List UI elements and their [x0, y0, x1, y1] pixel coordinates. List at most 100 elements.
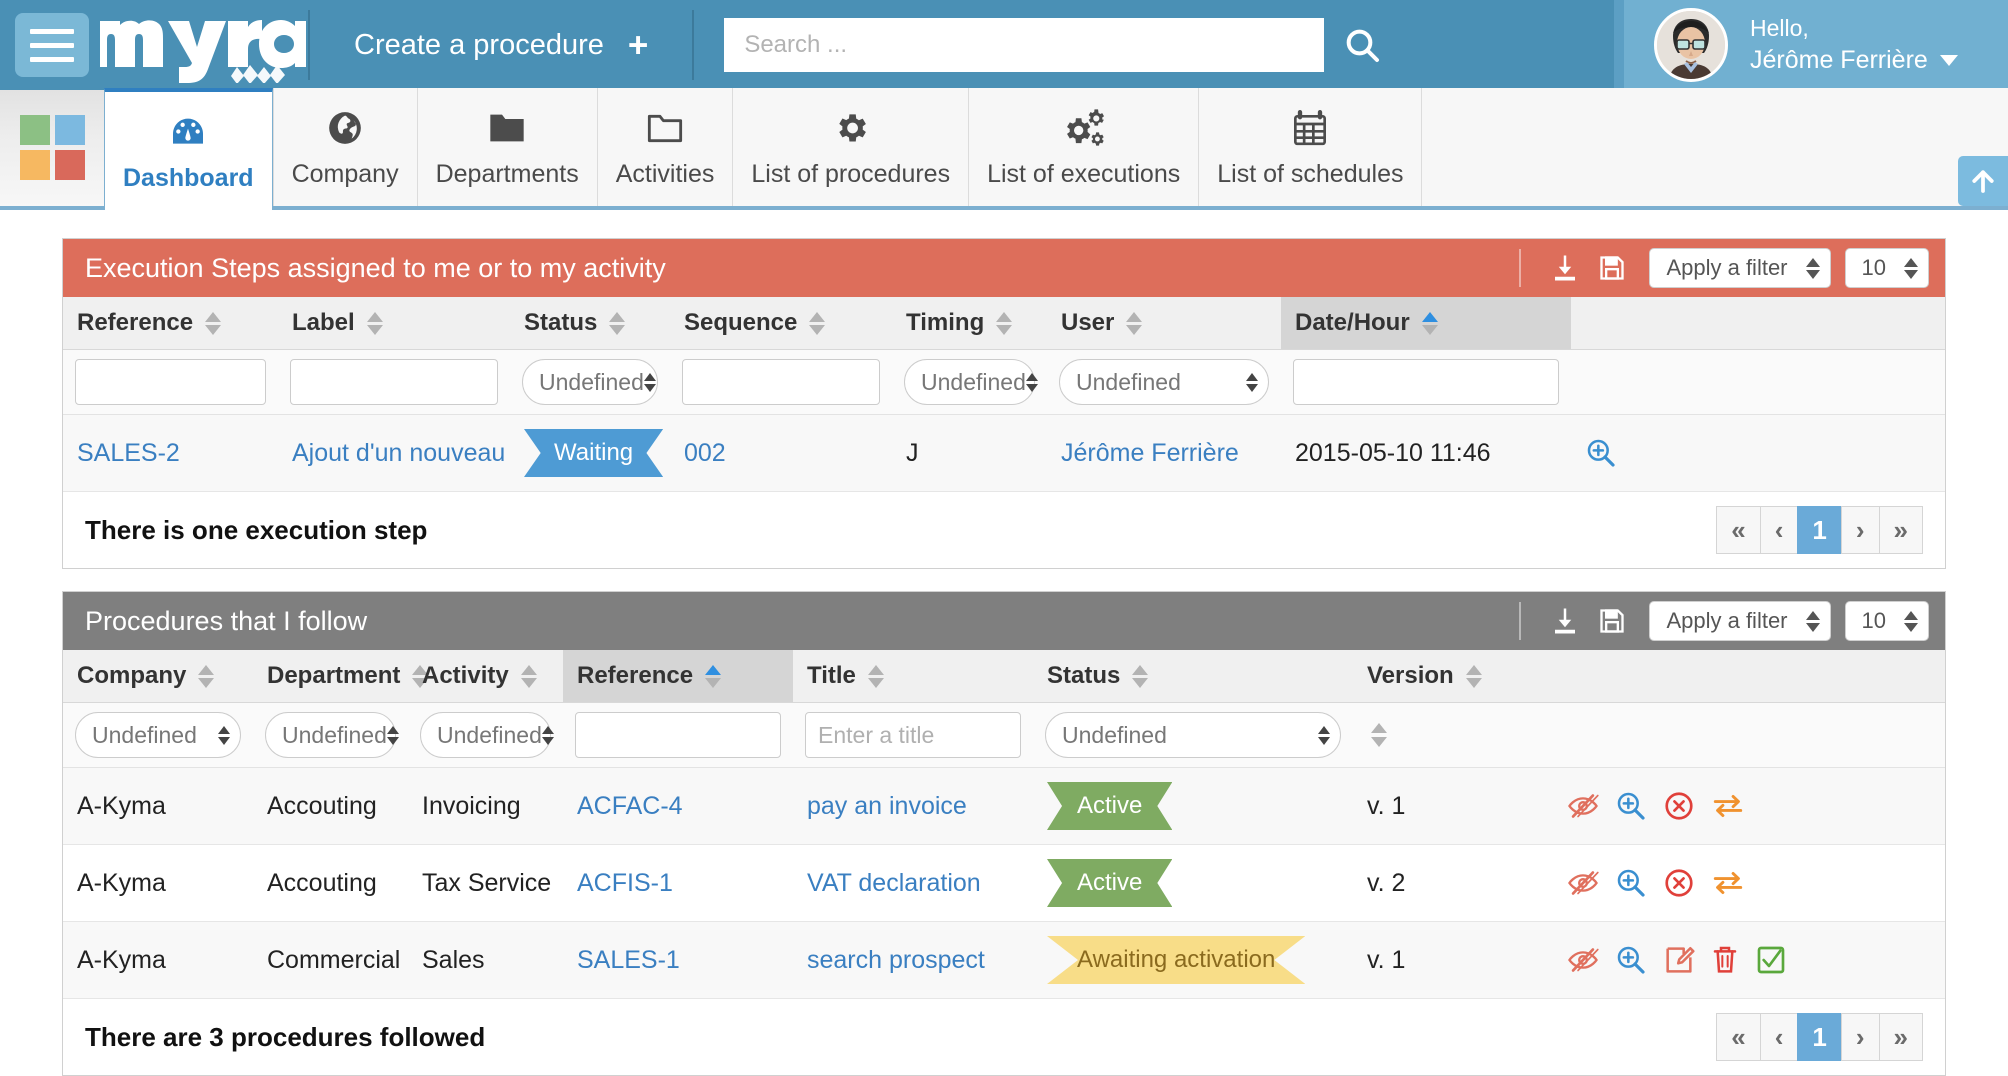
eye-slash-icon[interactable] — [1567, 869, 1599, 897]
filter-reference-input[interactable] — [575, 712, 781, 758]
table-row[interactable]: SALES-2 Ajout d'un nouveau client Waiting 0… — [63, 414, 1945, 492]
tab-list-of-schedules[interactable]: List of schedules — [1198, 88, 1422, 206]
pagination-next[interactable]: › — [1840, 506, 1880, 554]
edit-icon[interactable] — [1663, 944, 1695, 976]
tab-list-of-executions[interactable]: List of executions — [968, 88, 1199, 206]
filter-department-select[interactable]: Undefined — [265, 712, 399, 758]
cancel-circle-icon[interactable] — [1663, 790, 1695, 822]
swap-arrows-icon[interactable] — [1711, 869, 1745, 897]
apply-filter-select-panel2[interactable]: Apply a filter — [1649, 601, 1831, 641]
check-box-icon[interactable] — [1755, 944, 1787, 976]
sort-arrows-icon[interactable] — [1465, 664, 1482, 688]
sort-arrows-icon[interactable] — [520, 664, 537, 688]
pagination-prev[interactable]: ‹ — [1759, 506, 1799, 554]
search-icon[interactable] — [1342, 25, 1382, 65]
tab-list-of-procedures[interactable]: List of procedures — [732, 88, 969, 206]
trash-icon[interactable] — [1711, 944, 1739, 976]
filter-company-select[interactable]: Undefined — [75, 712, 241, 758]
download-icon[interactable] — [1541, 606, 1589, 636]
label-link[interactable]: Ajout d'un nouveau client — [292, 439, 510, 467]
tab-dashboard[interactable]: Dashboard — [104, 88, 273, 210]
filter-label-input[interactable] — [290, 359, 498, 405]
table-row[interactable]: A-Kyma Commercial Sales SALES-1 search prosp… — [63, 921, 1945, 999]
user-menu[interactable]: Hello, Jérôme Ferrière — [1614, 0, 2008, 90]
table-row[interactable]: A-Kyma Accouting Invoicing ACFAC-4 pay an in… — [63, 767, 1945, 845]
sort-arrows-icon[interactable] — [1132, 664, 1149, 688]
download-icon[interactable] — [1541, 253, 1589, 283]
filter-status-select[interactable]: Undefined — [1045, 712, 1341, 758]
pagination-first[interactable]: « — [1716, 506, 1761, 554]
sort-arrows-icon[interactable] — [996, 311, 1013, 335]
chevron-down-icon[interactable] — [1939, 55, 1958, 67]
column-header-company[interactable]: Company — [63, 650, 253, 703]
reference-link[interactable]: SALES-2 — [77, 439, 180, 467]
sort-arrows-icon[interactable] — [867, 664, 884, 688]
tab-company[interactable]: Company — [272, 88, 417, 206]
swap-arrows-icon[interactable] — [1711, 792, 1745, 820]
filter-sequence-input[interactable] — [682, 359, 880, 405]
reference-link[interactable]: SALES-1 — [577, 946, 680, 974]
filter-timing-select[interactable]: Undefined — [904, 359, 1038, 405]
pagination-prev[interactable]: ‹ — [1759, 1013, 1799, 1061]
sort-arrows-icon[interactable] — [205, 311, 222, 335]
sort-arrows-icon[interactable] — [809, 311, 826, 335]
apply-filter-select-panel1[interactable]: Apply a filter — [1649, 248, 1831, 288]
sort-arrows-icon[interactable] — [366, 311, 383, 335]
tab-activities[interactable]: Activities — [596, 88, 733, 206]
page-size-select-panel1[interactable]: 10 — [1844, 248, 1929, 288]
column-header-title[interactable]: Title — [793, 650, 1033, 703]
title-link[interactable]: VAT declaration — [807, 869, 981, 897]
filter-date-input[interactable] — [1293, 359, 1559, 405]
column-header-label[interactable]: Label — [278, 297, 510, 350]
filter-reference-input[interactable] — [75, 359, 266, 405]
tab-departments[interactable]: Departments — [416, 88, 597, 206]
page-size-select-panel2[interactable]: 10 — [1844, 601, 1929, 641]
brand-logo[interactable] — [98, 0, 308, 90]
sort-arrows-icon[interactable] — [705, 664, 722, 688]
create-procedure-button[interactable]: Create a procedure + — [310, 0, 692, 90]
reference-link[interactable]: ACFAC-4 — [577, 792, 683, 820]
user-link[interactable]: Jérôme Ferrière — [1061, 439, 1239, 467]
pagination-page-current[interactable]: 1 — [1797, 506, 1842, 554]
hamburger-menu-button[interactable] — [15, 13, 89, 77]
cancel-circle-icon[interactable] — [1663, 867, 1695, 899]
filter-title-input[interactable] — [805, 712, 1021, 758]
pagination-next[interactable]: › — [1840, 1013, 1880, 1061]
floppy-save-icon[interactable] — [1589, 254, 1635, 282]
zoom-in-icon[interactable] — [1585, 437, 1931, 469]
pagination-page-current[interactable]: 1 — [1797, 1013, 1842, 1061]
table-row[interactable]: A-Kyma Accouting Tax Service ACFIS-1 VAT dec… — [63, 844, 1945, 922]
column-header-reference[interactable]: Reference — [63, 297, 278, 350]
version-sort-button[interactable] — [1365, 723, 1541, 747]
column-header-version[interactable]: Version — [1353, 650, 1553, 703]
sequence-link[interactable]: 002 — [684, 439, 726, 467]
reference-link[interactable]: ACFIS-1 — [577, 869, 673, 897]
column-header-date-hour[interactable]: Date/Hour — [1281, 297, 1571, 350]
column-header-department[interactable]: Department — [253, 650, 429, 703]
eye-slash-icon[interactable] — [1567, 946, 1599, 974]
sort-arrows-icon[interactable] — [609, 311, 626, 335]
zoom-in-icon[interactable] — [1615, 944, 1647, 976]
pagination-first[interactable]: « — [1716, 1013, 1761, 1061]
column-header-activity[interactable]: Activity — [408, 650, 563, 703]
column-header-user[interactable]: User — [1047, 297, 1281, 350]
eye-slash-icon[interactable] — [1567, 792, 1599, 820]
pagination-last[interactable]: » — [1878, 506, 1923, 554]
sort-arrows-icon[interactable] — [1126, 311, 1143, 335]
zoom-in-icon[interactable] — [1615, 867, 1647, 899]
column-header-timing[interactable]: Timing — [892, 297, 1047, 350]
filter-activity-select[interactable]: Undefined — [420, 712, 554, 758]
sort-arrows-icon[interactable] — [1421, 311, 1438, 335]
zoom-in-icon[interactable] — [1615, 790, 1647, 822]
title-link[interactable]: search prospect — [807, 946, 985, 974]
floppy-save-icon[interactable] — [1589, 607, 1635, 635]
column-header-status[interactable]: Status — [510, 297, 670, 350]
scroll-to-top-button[interactable] — [1958, 156, 2008, 206]
column-header-reference[interactable]: Reference — [563, 650, 793, 703]
column-header-status[interactable]: Status — [1033, 650, 1353, 703]
filter-user-select[interactable]: Undefined — [1059, 359, 1269, 405]
title-link[interactable]: pay an invoice — [807, 792, 967, 820]
sort-arrows-icon[interactable] — [198, 664, 215, 688]
search-input[interactable] — [724, 18, 1325, 72]
column-header-sequence[interactable]: Sequence — [670, 297, 892, 350]
